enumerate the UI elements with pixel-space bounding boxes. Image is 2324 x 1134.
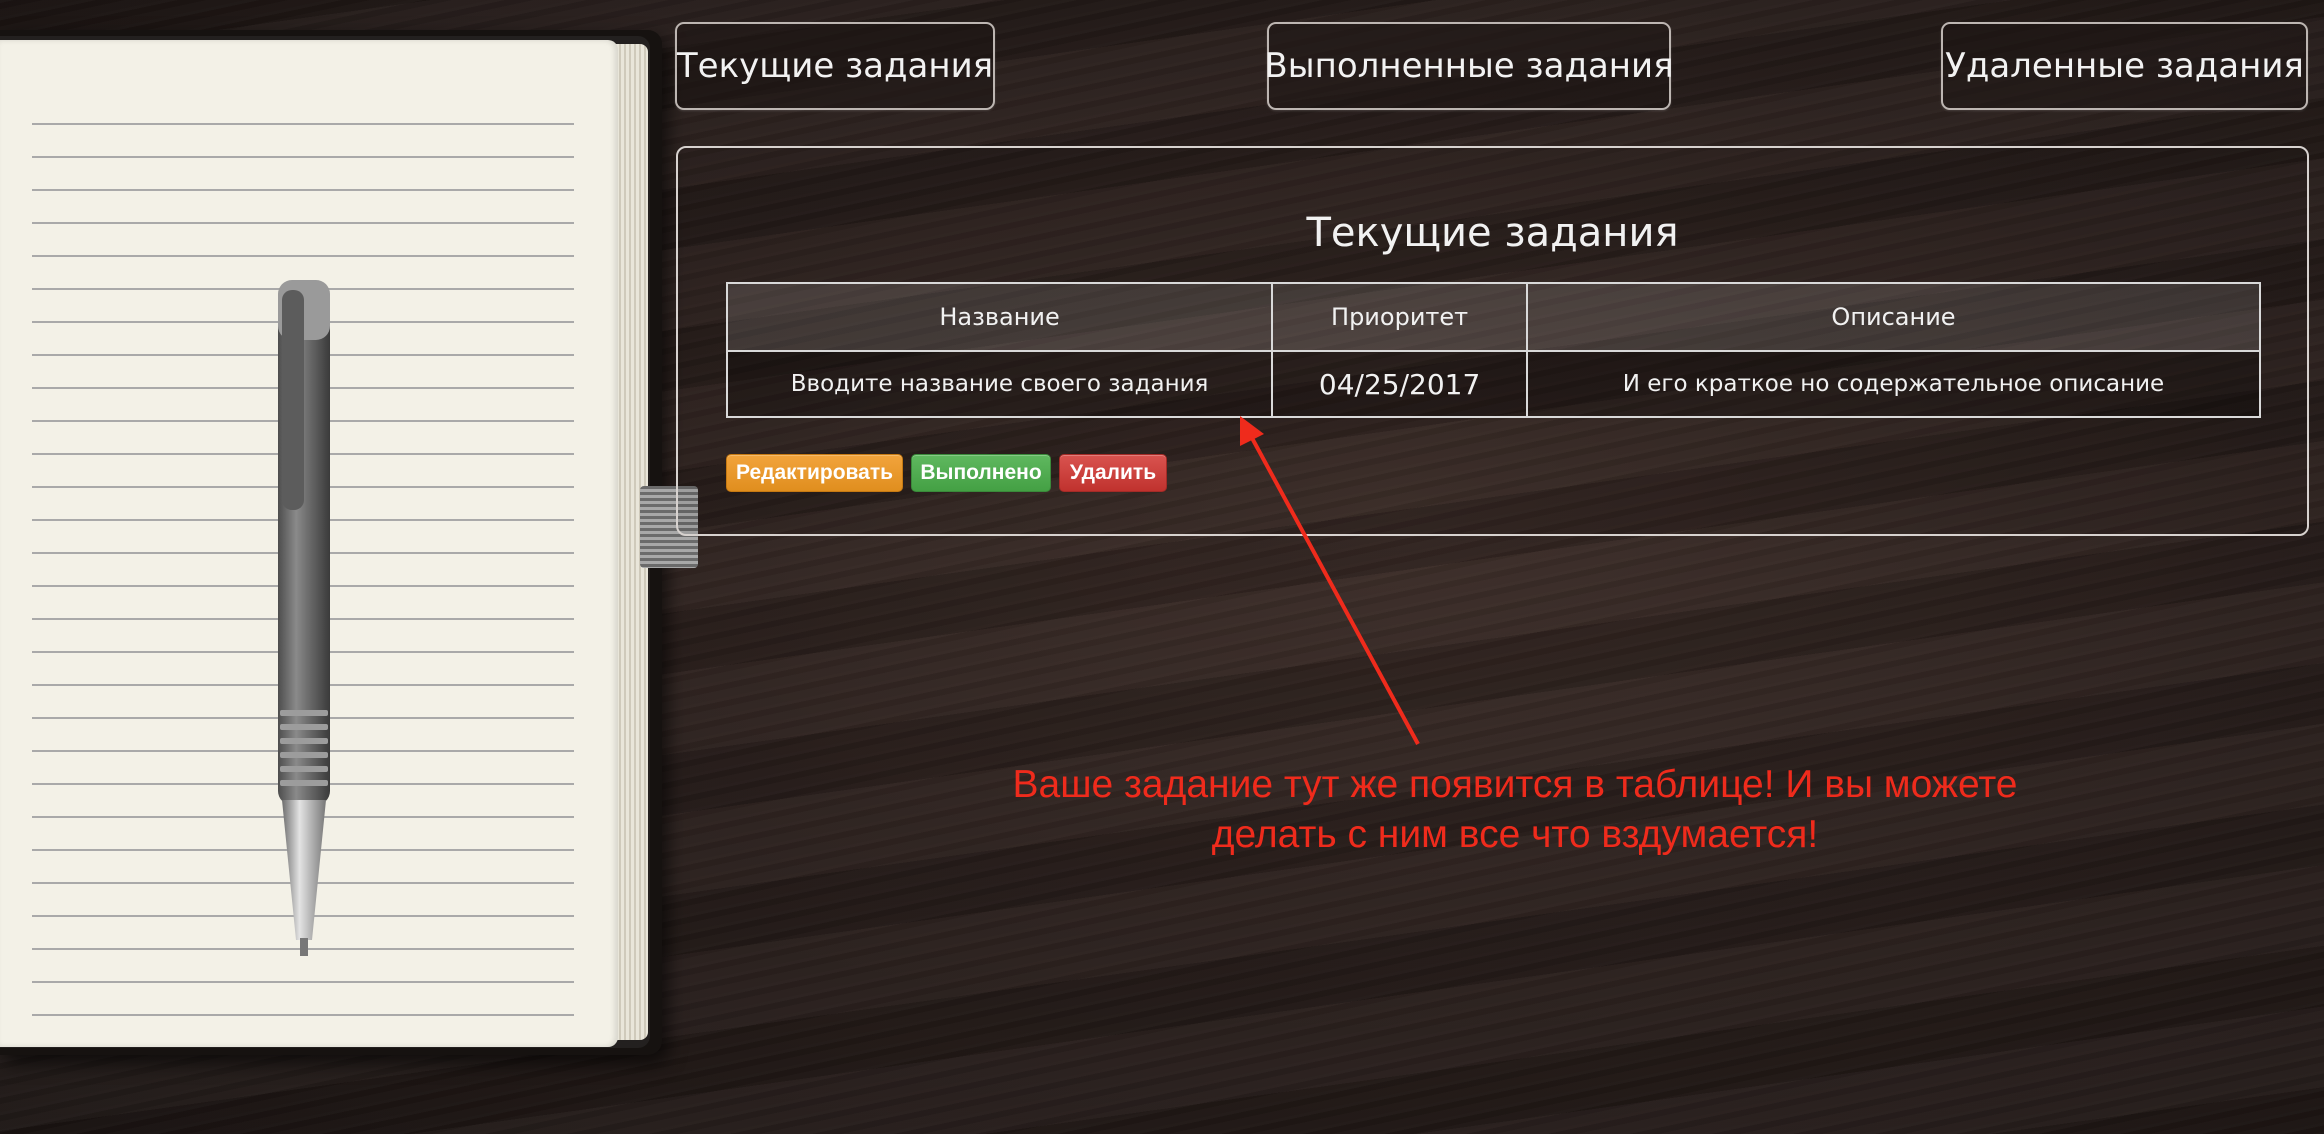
task-priority-cell: 04/25/2017 [1271, 350, 1528, 418]
nav-current-tasks-button[interactable]: Текущие задания [675, 22, 995, 110]
mark-done-button[interactable]: Выполнено [911, 454, 1051, 492]
table-row[interactable]: Вводите название своего задания 04/25/20… [725, 350, 2262, 418]
pen-image [278, 280, 330, 956]
annotation-line-2: делать с ним все что вздумается! [1211, 813, 1819, 856]
annotation-line-1: Ваше задание тут же появится в таблице! … [1012, 763, 2018, 806]
column-header-description: Описание [1525, 282, 2262, 352]
task-name-cell: Вводите название своего задания [725, 350, 1274, 418]
table-header-row: Название Приоритет Описание [725, 282, 2262, 352]
annotation-text: Ваше задание тут же появится в таблице! … [900, 760, 2130, 860]
delete-button[interactable]: Удалить [1059, 454, 1167, 492]
nav-deleted-tasks-button[interactable]: Удаленные задания [1941, 22, 2308, 110]
tasks-panel: Текущие задания Название Приоритет Описа… [676, 146, 2309, 536]
column-header-priority: Приоритет [1271, 282, 1528, 352]
column-header-name: Название [725, 282, 1274, 352]
tasks-table: Название Приоритет Описание Вводите назв… [725, 282, 2262, 418]
task-description-cell: И его краткое но содержательное описание [1525, 350, 2262, 418]
panel-title: Текущие задания [1306, 210, 1679, 256]
task-actions: Редактировать Выполнено Удалить [726, 454, 1167, 492]
edit-button[interactable]: Редактировать [726, 454, 903, 492]
nav-completed-tasks-button[interactable]: Выполненные задания [1264, 22, 1674, 110]
